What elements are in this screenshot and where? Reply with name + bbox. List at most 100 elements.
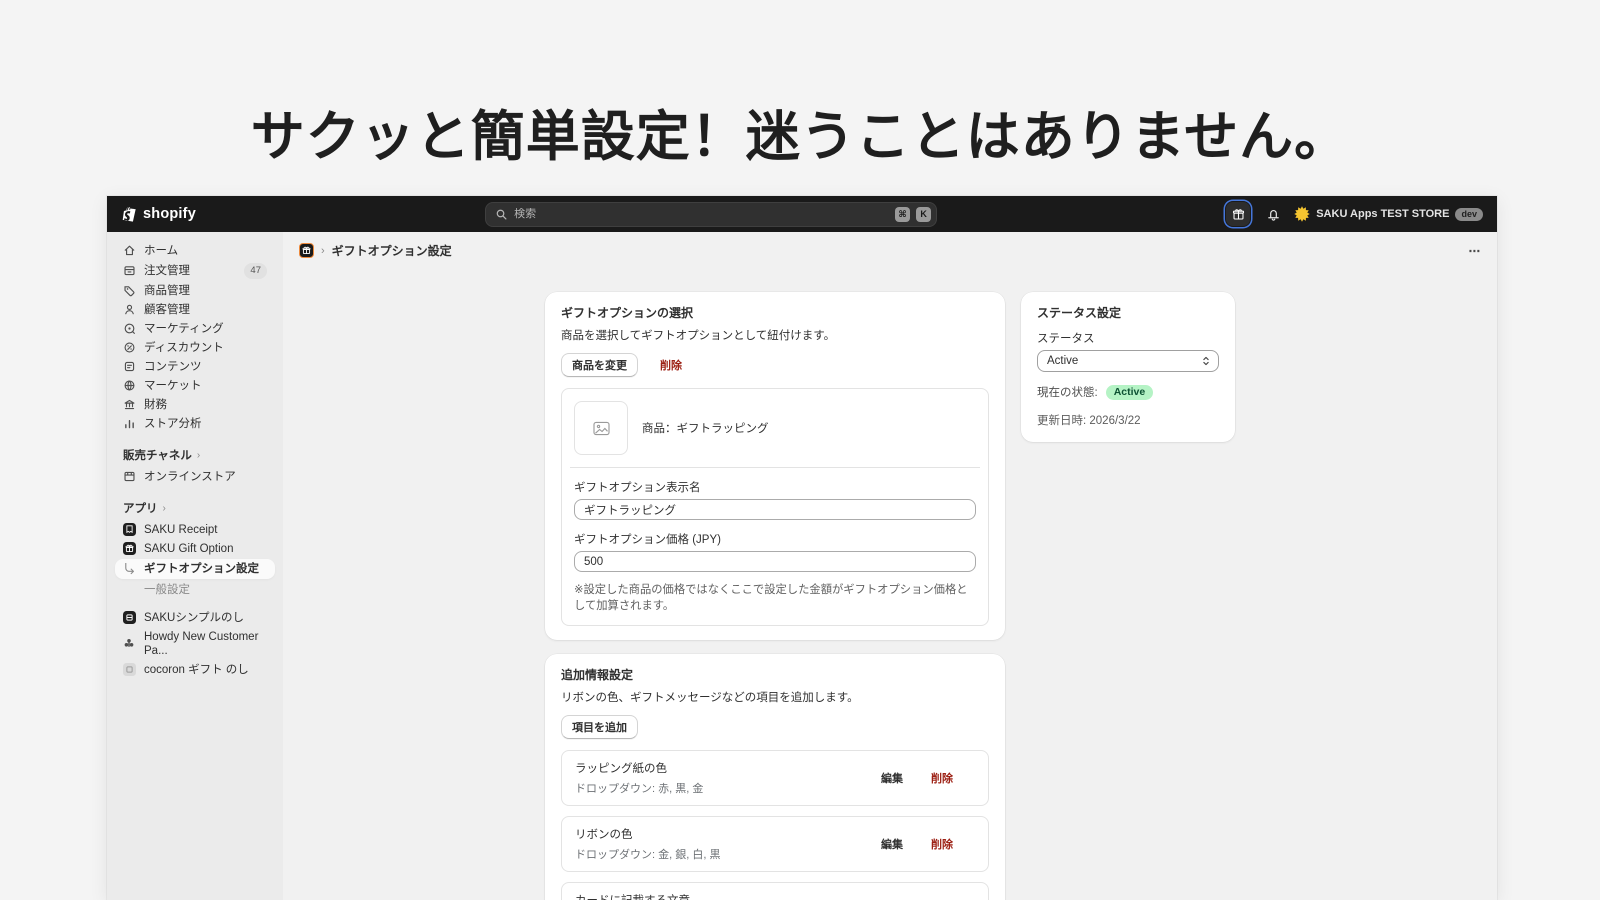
sidebar-item-saku-simple-noshi[interactable]: SAKUシンプルのし [115,608,275,627]
gift-app-icon [1232,208,1245,221]
card-description: 商品を選択してギフトオプションとして紐付けます。 [561,327,989,343]
delete-item-button[interactable]: 削除 [931,770,953,786]
sidebar-item-label: cocoron ギフト のし [144,663,249,677]
sidebar-item-label: ディスカウント [144,341,224,355]
info-item-list: ラッピング紙の色 ドロップダウン: 赤, 黒, 金 編集 削除 [561,750,989,900]
sidebar: ホーム 注文管理 47 商品管理 顧客管理 マーケティング ディスカウント [107,232,283,900]
info-item-type: ドロップダウン: 赤, 黒, 金 [575,780,881,796]
search-input[interactable] [514,208,889,220]
breadcrumb-app-icon[interactable] [299,243,314,258]
active-app-button[interactable] [1226,202,1250,226]
current-state-label: 現在の状態: [1037,384,1098,400]
sidebar-item-products[interactable]: 商品管理 [115,281,275,300]
sidebar-item-gift-option-settings[interactable]: ギフトオプション設定 [115,559,275,579]
divider [570,467,980,468]
shopify-bag-icon [121,206,138,223]
info-item-name: リボンの色 [575,826,881,842]
product-link-line: 商品：ギフトラッピング [642,420,769,436]
change-product-button[interactable]: 商品を変更 [561,353,638,377]
howdy-app-icon [123,637,136,650]
info-item-row: カードに記載する文章 テキスト（最大 100 文字） 編集 削除 [561,882,989,900]
customers-icon [123,303,136,316]
status-settings-card: ステータス設定 ステータス Active 現在の状態: Active [1021,292,1235,442]
breadcrumb-separator: › [321,245,325,257]
branch-arrow-icon [123,563,136,576]
sidebar-item-label: マーケティング [144,322,224,336]
sidebar-item-general-settings[interactable]: 一般設定 [115,580,275,600]
sidebar-item-label: SAKU Receipt [144,523,218,537]
price-note: ※設定した商品の価格ではなくここで設定した金額がギフトオプション価格として加算さ… [574,581,976,613]
product-settings-box: 商品：ギフトラッピング ギフトオプション表示名 ギフトオプション価格 (JPY)… [561,388,989,626]
saku-gift-option-app-icon [123,542,136,555]
sidebar-item-label: ホーム [144,244,178,258]
main-content: › ギフトオプション設定 ⋯ ギフトオプションの選択 商品を選択してギフトオプシ… [283,232,1497,900]
discount-icon [123,341,136,354]
sidebar-item-analytics[interactable]: ストア分析 [115,414,275,433]
markets-globe-icon [123,379,136,392]
sidebar-item-saku-gift-option[interactable]: SAKU Gift Option [115,539,275,558]
k-key-badge: K [916,207,931,222]
status-select[interactable]: Active [1037,350,1219,372]
store-name: SAKU Apps TEST STORE [1316,208,1449,220]
sidebar-item-label: Howdy New Customer Pa... [144,630,267,658]
info-item-row: ラッピング紙の色 ドロップダウン: 赤, 黒, 金 編集 削除 [561,750,989,806]
card-title: 追加情報設定 [561,666,989,683]
sidebar-section-sales-channels[interactable]: 販売チャネル › [115,445,275,465]
sidebar-item-content[interactable]: コンテンツ [115,357,275,376]
secondary-column: ステータス設定 ステータス Active 現在の状態: Active [1021,292,1235,442]
sidebar-item-saku-receipt[interactable]: SAKU Receipt [115,520,275,539]
sidebar-item-label: 顧客管理 [144,303,190,317]
cocoron-app-icon [123,663,136,676]
sidebar-item-label: 注文管理 [144,264,190,278]
sidebar-item-label: 財務 [144,398,167,412]
sidebar-item-howdy-new-customer[interactable]: Howdy New Customer Pa... [115,627,275,660]
saku-receipt-app-icon [123,523,136,536]
sidebar-item-cocoron-gift-noshi[interactable]: cocoron ギフト のし [115,660,275,679]
sidebar-section-apps[interactable]: アプリ › [115,498,275,518]
content-icon [123,360,136,373]
search-icon [495,208,508,221]
sidebar-item-discounts[interactable]: ディスカウント [115,338,275,357]
primary-column: ギフトオプションの選択 商品を選択してギフトオプションとして紐付けます。 商品を… [545,292,1005,900]
env-badge: dev [1455,208,1483,221]
edit-item-button[interactable]: 編集 [881,836,903,852]
notification-bell-icon[interactable] [1266,207,1281,222]
edit-item-button[interactable]: 編集 [881,770,903,786]
delete-product-button[interactable]: 削除 [660,357,682,373]
sidebar-item-label: マーケット [144,379,202,393]
display-name-input[interactable] [574,499,976,520]
sidebar-item-customers[interactable]: 顧客管理 [115,300,275,319]
display-name-label: ギフトオプション表示名 [574,479,976,495]
delete-item-button[interactable]: 削除 [931,836,953,852]
breadcrumb: › ギフトオプション設定 ⋯ [283,232,1497,268]
updated-at-text: 更新日時: 2026/3/22 [1037,412,1219,428]
chevron-right-icon: › [197,450,200,461]
finance-bank-icon [123,398,136,411]
sidebar-item-label: SAKUシンプルのし [144,611,244,625]
status-select-value: Active [1047,355,1078,367]
price-input[interactable] [574,551,976,572]
store-avatar-starburst [1294,206,1310,222]
online-store-icon [123,470,136,483]
cmd-key-badge: ⌘ [895,207,910,222]
info-item-row: リボンの色 ドロップダウン: 金, 銀, 白, 黒 編集 削除 [561,816,989,872]
sidebar-item-markets[interactable]: マーケット [115,376,275,395]
add-item-button[interactable]: 項目を追加 [561,715,638,739]
sidebar-item-marketing[interactable]: マーケティング [115,319,275,338]
card-title: ギフトオプションの選択 [561,304,989,321]
store-switcher[interactable]: SAKU Apps TEST STORE dev [1294,206,1483,222]
global-search[interactable]: ⌘ K [485,202,937,227]
sidebar-item-label: コンテンツ [144,360,202,374]
section-label: アプリ [123,500,158,516]
sidebar-item-orders[interactable]: 注文管理 47 [115,260,275,281]
section-label: 販売チャネル [123,447,192,463]
product-link[interactable]: ギフトラッピング [677,423,769,435]
sidebar-item-home[interactable]: ホーム [115,241,275,260]
sidebar-item-online-store[interactable]: オンラインストア [115,467,275,486]
more-options-icon[interactable]: ⋯ [1469,244,1482,258]
shopify-logo[interactable]: shopify [121,206,196,223]
shopify-wordmark: shopify [143,206,196,222]
sidebar-item-finance[interactable]: 財務 [115,395,275,414]
orders-icon [123,264,136,277]
sidebar-item-label: 一般設定 [144,583,190,597]
